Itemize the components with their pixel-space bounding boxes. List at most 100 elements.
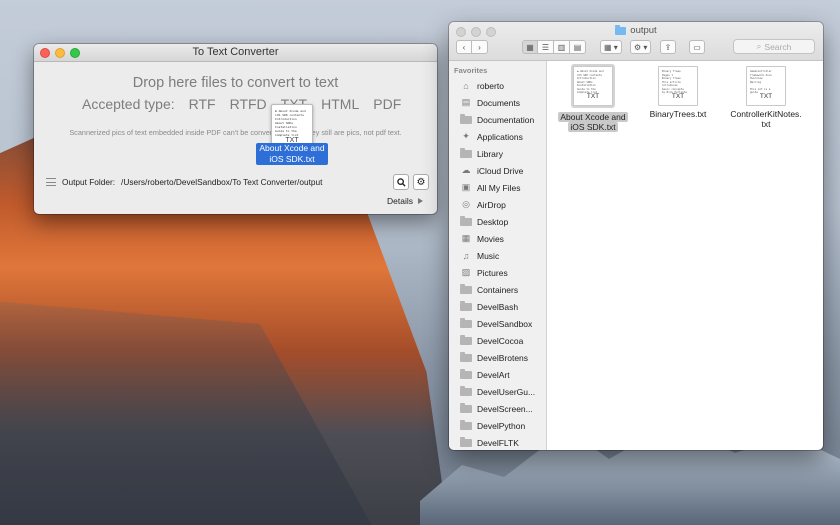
dragged-file-label: About Xcode and iOS SDK.txt bbox=[256, 143, 328, 165]
icon-view-button[interactable]: ▦ bbox=[522, 40, 538, 54]
sidebar-item-label: Library bbox=[477, 148, 503, 159]
share-icon: ⇪ bbox=[664, 42, 672, 52]
share-menu: ⇪ bbox=[660, 40, 676, 54]
type-rtfd: RTFD bbox=[229, 96, 267, 112]
back-button[interactable]: ‹ bbox=[456, 40, 472, 54]
accepted-types-row: Accepted type: RTF RTFD TXT HTML PDF bbox=[82, 96, 401, 112]
file-name: ControllerKitNotes. txt bbox=[730, 109, 802, 129]
share-button[interactable]: ⇪ bbox=[660, 40, 676, 54]
sidebar-item-label: Documents bbox=[477, 97, 520, 108]
tags-button[interactable]: ▭ bbox=[689, 40, 705, 54]
folder-icon bbox=[460, 419, 472, 430]
coverflow-view-button[interactable]: ▤ bbox=[570, 40, 586, 54]
sidebar-item-label: Movies bbox=[477, 233, 504, 244]
gear-icon: ⚙ ▾ bbox=[634, 42, 648, 52]
sidebar-item-documents[interactable]: ▤ Documents bbox=[449, 94, 546, 111]
file-item[interactable]: ▪ About Xcode and iOS SDK contents Introdu… bbox=[548, 64, 638, 132]
folder-icon bbox=[460, 351, 472, 362]
sidebar-item-label: DevelBrotens bbox=[477, 352, 529, 363]
forward-button[interactable]: › bbox=[472, 40, 488, 54]
applications-icon: ✦ bbox=[462, 131, 470, 141]
converter-titlebar[interactable]: To Text Converter bbox=[34, 44, 437, 62]
finder-sidebar: Favorites ⌂ roberto ▤ Documents Documentat… bbox=[449, 61, 547, 450]
sidebar-item-movies[interactable]: ▦ Movies bbox=[449, 230, 546, 247]
sidebar-item-label: Documentation bbox=[477, 114, 535, 125]
grid-icon: ▦ bbox=[526, 42, 534, 52]
sidebar-item-music[interactable]: ♫ Music bbox=[449, 247, 546, 264]
file-icon-wrap: ▪ About Xcode and iOS SDK contents Introdu… bbox=[571, 64, 615, 108]
finder-title-text: output bbox=[630, 25, 657, 36]
sidebar-item-label: Applications bbox=[477, 131, 523, 142]
sidebar-item-all-my-files[interactable]: ▣ All My Files bbox=[449, 179, 546, 196]
list-icon bbox=[46, 178, 56, 186]
sidebar-item-label: Desktop bbox=[477, 216, 509, 227]
sidebar-item-develsandbox[interactable]: DevelSandbox bbox=[449, 315, 546, 332]
file-name: About Xcode and iOS SDK.txt bbox=[558, 112, 628, 132]
sidebar-item-roberto[interactable]: ⌂ roberto bbox=[449, 77, 546, 94]
sidebar-item-documentation[interactable]: Documentation bbox=[449, 111, 546, 128]
list-view-button[interactable]: ☰ bbox=[538, 40, 554, 54]
sidebar-item-develuserguides[interactable]: DevelUserGu... bbox=[449, 383, 546, 400]
file-item[interactable]: Binary Trees Pages 1 Binary Trees This arti… bbox=[633, 66, 723, 119]
window-title: To Text Converter bbox=[192, 46, 279, 58]
sidebar-item-develcocoa[interactable]: DevelCocoa bbox=[449, 332, 546, 349]
sidebar-header-favorites: Favorites bbox=[454, 66, 488, 75]
disclosure-triangle-icon bbox=[418, 198, 423, 204]
sidebar-item-pictures[interactable]: ▨ Pictures bbox=[449, 264, 546, 281]
file-ext: TXT bbox=[671, 92, 685, 100]
arrange-menu: ▦ ▾ bbox=[600, 40, 622, 54]
view-mode-buttons: ▦ ☰ ▥ ▤ bbox=[522, 40, 586, 54]
column-view-button[interactable]: ▥ bbox=[554, 40, 570, 54]
sidebar-item-icloud-drive[interactable]: ☁ iCloud Drive bbox=[449, 162, 546, 179]
home-icon: ⌂ bbox=[463, 80, 469, 91]
settings-button[interactable]: ⚙ bbox=[413, 174, 429, 190]
search-icon: ⌕ bbox=[756, 41, 762, 51]
desktop-icon bbox=[460, 215, 472, 226]
finder-toolbar: output ‹ › ▦ ☰ ▥ ▤ ▦ ▾ ⚙ ▾ ⇪ ▭ ⌕ Search bbox=[449, 22, 823, 61]
sidebar-item-desktop[interactable]: Desktop bbox=[449, 213, 546, 230]
sidebar-item-develbrotens[interactable]: DevelBrotens bbox=[449, 349, 546, 366]
sidebar-item-label: roberto bbox=[477, 80, 504, 91]
details-disclosure[interactable]: Details bbox=[387, 196, 423, 206]
sidebar-item-applications[interactable]: ✦ Applications bbox=[449, 128, 546, 145]
output-folder-path: /Users/roberto/DevelSandbox/To Text Conv… bbox=[121, 177, 323, 187]
action-button[interactable]: ⚙ ▾ bbox=[630, 40, 652, 54]
sidebar-item-develart[interactable]: DevelArt bbox=[449, 366, 546, 383]
tags-menu: ▭ bbox=[689, 40, 705, 54]
sidebar-item-develbash[interactable]: DevelBash bbox=[449, 298, 546, 315]
reveal-folder-button[interactable] bbox=[393, 174, 409, 190]
sidebar-item-develpython[interactable]: DevelPython bbox=[449, 417, 546, 434]
folder-icon bbox=[460, 436, 472, 447]
movies-icon: ▦ bbox=[461, 233, 471, 243]
sidebar-item-develfltk[interactable]: DevelFLTK bbox=[449, 434, 546, 450]
folder-icon bbox=[460, 113, 472, 124]
search-field[interactable]: ⌕ Search bbox=[733, 39, 815, 54]
file-item[interactable]: GameController framework docs Overview Warn… bbox=[721, 66, 811, 129]
details-label: Details bbox=[387, 196, 413, 206]
sidebar-item-airdrop[interactable]: ◎ AirDrop bbox=[449, 196, 546, 213]
sidebar-item-library[interactable]: Library bbox=[449, 145, 546, 162]
airdrop-icon: ◎ bbox=[462, 199, 470, 209]
sidebar-item-develscreenshots[interactable]: DevelScreen... bbox=[449, 400, 546, 417]
arrange-button[interactable]: ▦ ▾ bbox=[600, 40, 622, 54]
sidebar-item-label: DevelScreen... bbox=[477, 403, 533, 414]
converter-window: To Text Converter Drop here files to con… bbox=[34, 44, 437, 214]
folder-icon bbox=[460, 368, 472, 379]
file-ext: TXT bbox=[586, 92, 600, 100]
file-area: ▪ About Xcode and iOS SDK contents Introdu… bbox=[548, 61, 823, 450]
sidebar-item-label: Music bbox=[477, 250, 500, 261]
file-name: BinaryTrees.txt bbox=[649, 109, 707, 119]
finder-window: output ‹ › ▦ ☰ ▥ ▤ ▦ ▾ ⚙ ▾ ⇪ ▭ ⌕ Search bbox=[449, 22, 823, 450]
pictures-icon: ▨ bbox=[461, 267, 471, 277]
chevron-right-icon: › bbox=[478, 42, 481, 52]
folder-icon bbox=[615, 24, 627, 35]
text-file-icon: ▪ About Xcode and iOS SDK contents Introdu… bbox=[573, 66, 613, 106]
arrange-icon: ▦ ▾ bbox=[604, 42, 618, 52]
conversion-note: Scannerized pics of text embedded inside… bbox=[69, 128, 402, 137]
all-files-icon: ▣ bbox=[461, 182, 471, 192]
finder-title: output bbox=[449, 24, 823, 36]
drop-zone-title: Drop here files to convert to text bbox=[132, 75, 339, 91]
documents-icon: ▤ bbox=[461, 97, 471, 107]
sidebar-item-label: DevelPython bbox=[477, 420, 526, 431]
sidebar-item-containers[interactable]: Containers bbox=[449, 281, 546, 298]
